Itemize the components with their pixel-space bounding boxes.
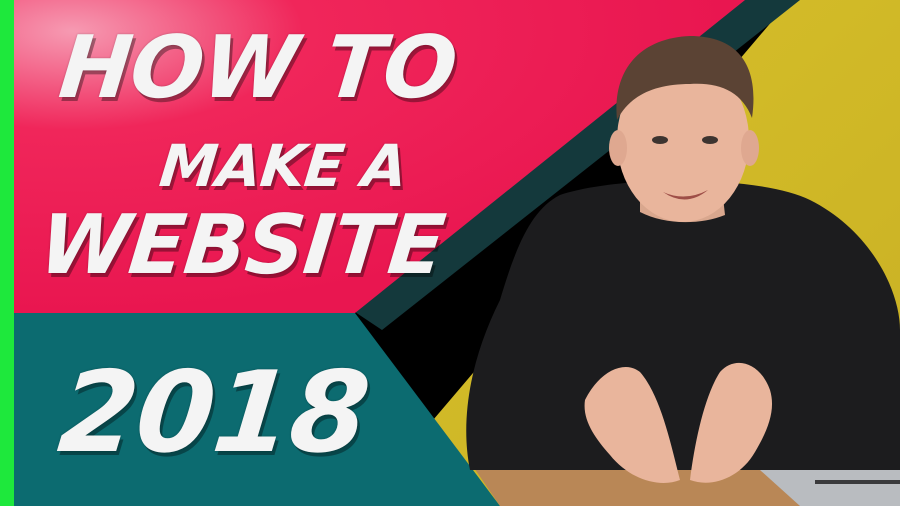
green-edge xyxy=(0,0,14,506)
title-line-2: MAKE A xyxy=(156,132,410,200)
title-line-3: WEBSITE xyxy=(35,198,449,293)
person-eye-left xyxy=(652,136,668,144)
title-line-1: HOW TO xyxy=(54,18,461,118)
laptop-keys xyxy=(815,480,900,484)
person-body xyxy=(466,180,900,470)
person-eye-right xyxy=(702,136,718,144)
thumbnail: HOW TO MAKE A WEBSITE 2018 xyxy=(0,0,900,506)
person-ear-right xyxy=(741,130,759,166)
person-ear-left xyxy=(609,130,627,166)
year-text: 2018 xyxy=(53,348,375,478)
